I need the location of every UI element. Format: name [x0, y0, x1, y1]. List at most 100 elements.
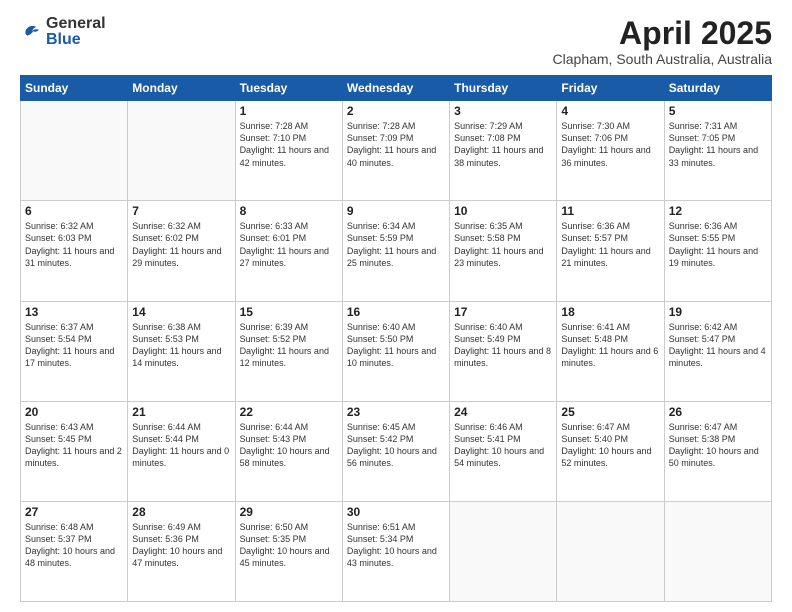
day-number: 26 [669, 405, 767, 419]
day-info: Sunrise: 6:34 AMSunset: 5:59 PMDaylight:… [347, 220, 445, 269]
calendar-cell: 14Sunrise: 6:38 AMSunset: 5:53 PMDayligh… [128, 301, 235, 401]
day-info: Sunrise: 6:47 AMSunset: 5:38 PMDaylight:… [669, 421, 767, 470]
day-number: 12 [669, 204, 767, 218]
day-number: 24 [454, 405, 552, 419]
day-number: 17 [454, 305, 552, 319]
day-number: 15 [240, 305, 338, 319]
day-number: 8 [240, 204, 338, 218]
day-info: Sunrise: 6:38 AMSunset: 5:53 PMDaylight:… [132, 321, 230, 370]
calendar-table: Sunday Monday Tuesday Wednesday Thursday… [20, 75, 772, 602]
day-info: Sunrise: 6:40 AMSunset: 5:49 PMDaylight:… [454, 321, 552, 370]
col-monday: Monday [128, 76, 235, 101]
day-info: Sunrise: 6:32 AMSunset: 6:03 PMDaylight:… [25, 220, 123, 269]
calendar-cell: 28Sunrise: 6:49 AMSunset: 5:36 PMDayligh… [128, 501, 235, 601]
day-number: 3 [454, 104, 552, 118]
logo-text: General Blue [46, 16, 106, 48]
calendar-header-row: Sunday Monday Tuesday Wednesday Thursday… [21, 76, 772, 101]
calendar-cell [128, 101, 235, 201]
col-wednesday: Wednesday [342, 76, 449, 101]
logo-blue: Blue [46, 32, 106, 48]
day-info: Sunrise: 6:50 AMSunset: 5:35 PMDaylight:… [240, 521, 338, 570]
day-info: Sunrise: 6:33 AMSunset: 6:01 PMDaylight:… [240, 220, 338, 269]
day-number: 2 [347, 104, 445, 118]
location-title: Clapham, South Australia, Australia [553, 51, 772, 67]
day-number: 21 [132, 405, 230, 419]
day-info: Sunrise: 6:42 AMSunset: 5:47 PMDaylight:… [669, 321, 767, 370]
calendar-week-row-2: 6 Sunrise: 6:32 AMSunset: 6:03 PMDaylight… [21, 201, 772, 301]
logo-general: General [46, 16, 106, 32]
day-info: Sunrise: 6:51 AMSunset: 5:34 PMDaylight:… [347, 521, 445, 570]
day-number: 22 [240, 405, 338, 419]
col-tuesday: Tuesday [235, 76, 342, 101]
calendar-cell: 4Sunrise: 7:30 AMSunset: 7:06 PMDaylight… [557, 101, 664, 201]
day-number: 5 [669, 104, 767, 118]
header: General Blue April 2025 Clapham, South A… [20, 16, 772, 67]
day-number: 13 [25, 305, 123, 319]
calendar-cell: 18Sunrise: 6:41 AMSunset: 5:48 PMDayligh… [557, 301, 664, 401]
calendar-cell: 19Sunrise: 6:42 AMSunset: 5:47 PMDayligh… [664, 301, 771, 401]
day-number: 6 [25, 204, 123, 218]
calendar-cell: 15 Sunrise: 6:39 AMSunset: 5:52 PMDayligh… [235, 301, 342, 401]
col-thursday: Thursday [450, 76, 557, 101]
day-info: Sunrise: 7:30 AMSunset: 7:06 PMDaylight:… [561, 120, 659, 169]
day-info: Sunrise: 7:29 AMSunset: 7:08 PMDaylight:… [454, 120, 552, 169]
calendar-cell: 1Sunrise: 7:28 AMSunset: 7:10 PMDaylight… [235, 101, 342, 201]
calendar-cell: 22 Sunrise: 6:44 AMSunset: 5:43 PMDayligh… [235, 401, 342, 501]
day-info: Sunrise: 7:28 AMSunset: 7:10 PMDaylight:… [240, 120, 338, 169]
day-info: Sunrise: 6:46 AMSunset: 5:41 PMDaylight:… [454, 421, 552, 470]
day-number: 18 [561, 305, 659, 319]
calendar-cell: 30Sunrise: 6:51 AMSunset: 5:34 PMDayligh… [342, 501, 449, 601]
day-info: Sunrise: 6:44 AMSunset: 5:43 PMDaylight:… [240, 421, 338, 470]
day-info: Sunrise: 6:49 AMSunset: 5:36 PMDaylight:… [132, 521, 230, 570]
title-block: April 2025 Clapham, South Australia, Aus… [553, 16, 772, 67]
calendar-cell: 21 Sunrise: 6:44 AMSunset: 5:44 PMDayligh… [128, 401, 235, 501]
day-number: 11 [561, 204, 659, 218]
calendar-cell: 9 Sunrise: 6:34 AMSunset: 5:59 PMDaylight… [342, 201, 449, 301]
day-info: Sunrise: 6:45 AMSunset: 5:42 PMDaylight:… [347, 421, 445, 470]
calendar-cell [664, 501, 771, 601]
page: General Blue April 2025 Clapham, South A… [0, 0, 792, 612]
day-info: Sunrise: 6:43 AMSunset: 5:45 PMDaylight:… [25, 421, 123, 470]
col-sunday: Sunday [21, 76, 128, 101]
logo-bird-icon [20, 21, 42, 43]
day-info: Sunrise: 6:44 AMSunset: 5:44 PMDaylight:… [132, 421, 230, 470]
day-number: 20 [25, 405, 123, 419]
calendar-cell: 2Sunrise: 7:28 AMSunset: 7:09 PMDaylight… [342, 101, 449, 201]
day-info: Sunrise: 6:37 AMSunset: 5:54 PMDaylight:… [25, 321, 123, 370]
calendar-week-row-1: 1Sunrise: 7:28 AMSunset: 7:10 PMDaylight… [21, 101, 772, 201]
calendar-cell: 20 Sunrise: 6:43 AMSunset: 5:45 PMDayligh… [21, 401, 128, 501]
calendar-cell [450, 501, 557, 601]
col-friday: Friday [557, 76, 664, 101]
day-info: Sunrise: 6:36 AMSunset: 5:55 PMDaylight:… [669, 220, 767, 269]
day-info: Sunrise: 6:32 AMSunset: 6:02 PMDaylight:… [132, 220, 230, 269]
calendar-cell: 24 Sunrise: 6:46 AMSunset: 5:41 PMDayligh… [450, 401, 557, 501]
day-number: 16 [347, 305, 445, 319]
calendar-cell: 6 Sunrise: 6:32 AMSunset: 6:03 PMDaylight… [21, 201, 128, 301]
day-info: Sunrise: 6:36 AMSunset: 5:57 PMDaylight:… [561, 220, 659, 269]
calendar-cell: 7 Sunrise: 6:32 AMSunset: 6:02 PMDaylight… [128, 201, 235, 301]
day-info: Sunrise: 6:35 AMSunset: 5:58 PMDaylight:… [454, 220, 552, 269]
calendar-cell: 11 Sunrise: 6:36 AMSunset: 5:57 PMDayligh… [557, 201, 664, 301]
day-number: 7 [132, 204, 230, 218]
day-number: 23 [347, 405, 445, 419]
calendar-cell: 13 Sunrise: 6:37 AMSunset: 5:54 PMDayligh… [21, 301, 128, 401]
day-number: 27 [25, 505, 123, 519]
calendar-cell: 17 Sunrise: 6:40 AMSunset: 5:49 PMDayligh… [450, 301, 557, 401]
calendar-cell: 16 Sunrise: 6:40 AMSunset: 5:50 PMDayligh… [342, 301, 449, 401]
day-number: 10 [454, 204, 552, 218]
calendar-cell [557, 501, 664, 601]
calendar-cell: 12 Sunrise: 6:36 AMSunset: 5:55 PMDayligh… [664, 201, 771, 301]
day-info: Sunrise: 7:31 AMSunset: 7:05 PMDaylight:… [669, 120, 767, 169]
day-info: Sunrise: 6:47 AMSunset: 5:40 PMDaylight:… [561, 421, 659, 470]
calendar-cell: 25Sunrise: 6:47 AMSunset: 5:40 PMDayligh… [557, 401, 664, 501]
calendar-cell: 23 Sunrise: 6:45 AMSunset: 5:42 PMDayligh… [342, 401, 449, 501]
logo: General Blue [20, 16, 106, 48]
calendar-week-row-4: 20 Sunrise: 6:43 AMSunset: 5:45 PMDayligh… [21, 401, 772, 501]
calendar-week-row-3: 13 Sunrise: 6:37 AMSunset: 5:54 PMDayligh… [21, 301, 772, 401]
day-info: Sunrise: 6:40 AMSunset: 5:50 PMDaylight:… [347, 321, 445, 370]
day-number: 9 [347, 204, 445, 218]
calendar-cell [21, 101, 128, 201]
day-info: Sunrise: 6:39 AMSunset: 5:52 PMDaylight:… [240, 321, 338, 370]
calendar-cell: 3 Sunrise: 7:29 AMSunset: 7:08 PMDaylight… [450, 101, 557, 201]
calendar-cell: 10 Sunrise: 6:35 AMSunset: 5:58 PMDayligh… [450, 201, 557, 301]
